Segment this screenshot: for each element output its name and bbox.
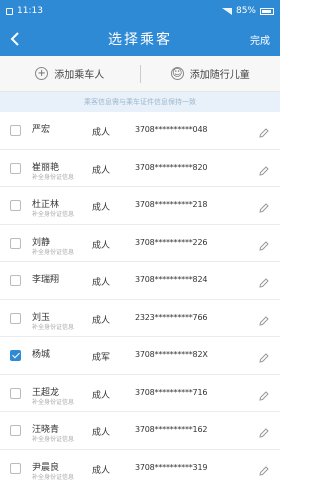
passenger-row[interactable]: 刘玉 补全身份证信息 成人 2323**********766 (0, 300, 280, 337)
passenger-row[interactable]: 李瑞翔 成人 3708**********824 (0, 262, 280, 300)
passenger-type: 成人 (92, 128, 111, 138)
status-bar: 11:13 85% (0, 0, 280, 22)
passenger-type: 成人 (92, 203, 111, 213)
notice-banner: 乘客信息需与乘车证件信息保持一致 (0, 92, 280, 112)
chevron-left-icon (10, 32, 19, 46)
edit-icon[interactable] (258, 424, 270, 438)
passenger-id-number: 3708**********226 (135, 237, 208, 247)
passenger-id-number: 3708**********319 (135, 462, 208, 472)
passenger-type: 成人 (92, 465, 111, 476)
edit-icon[interactable] (258, 349, 270, 363)
battery-text: 85% (235, 6, 256, 16)
passenger-checkbox[interactable] (10, 275, 21, 286)
passenger-type: 成人 (92, 165, 111, 176)
edit-icon[interactable] (258, 274, 270, 288)
passenger-id-number: 3708**********162 (135, 425, 208, 434)
passenger-checkbox[interactable] (10, 350, 21, 361)
passenger-name: 严宏 (32, 125, 51, 135)
add-passenger-button[interactable]: + 添加乘车人 (0, 66, 140, 81)
passenger-note: 补全身份证信息 (32, 473, 75, 480)
passenger-row[interactable]: 崔丽艳 补全身份证信息 成人 3708**********820 (0, 150, 280, 187)
edit-icon[interactable] (258, 387, 270, 401)
battery-icon (260, 7, 274, 15)
passenger-checkbox[interactable] (10, 237, 21, 249)
passenger-type: 成人 (92, 278, 111, 288)
passenger-row[interactable]: 杨城 成军 3708**********82X (0, 337, 280, 375)
passenger-checkbox[interactable] (10, 200, 21, 211)
notification-icon (6, 7, 13, 15)
status-time: 11:13 (17, 6, 43, 16)
passenger-note: 补全身份证信息 (32, 211, 75, 218)
passenger-name: 李瑞翔 (32, 275, 60, 285)
passenger-id-number: 3708**********820 (135, 162, 208, 172)
plus-circle-icon: + (35, 67, 49, 80)
edit-icon[interactable] (258, 124, 270, 138)
passenger-row[interactable]: 刘静 补全身份证信息 成人 3708**********226 (0, 225, 280, 262)
done-button[interactable]: 完成 (250, 32, 280, 47)
passenger-row[interactable]: 尹晨良 补全身份证信息 成人 3708**********319 (0, 450, 280, 480)
passenger-checkbox[interactable] (10, 387, 21, 399)
passenger-checkbox[interactable] (10, 125, 21, 136)
passenger-id-number: 3708**********824 (135, 275, 208, 284)
edit-icon[interactable] (258, 312, 270, 326)
passenger-id-number: 3708**********82X (135, 350, 208, 359)
passenger-type: 成人 (92, 315, 111, 326)
back-button[interactable] (0, 22, 30, 56)
passenger-id-number: 3708**********048 (135, 125, 208, 134)
passenger-checkbox[interactable] (10, 462, 21, 474)
passenger-note: 补全身份证信息 (32, 173, 75, 181)
passenger-note: 补全身份证信息 (32, 323, 75, 331)
signal-icon (221, 7, 232, 15)
edit-icon[interactable] (258, 162, 270, 176)
passenger-type: 成人 (92, 390, 111, 401)
passenger-row[interactable]: 王超龙 补全身份证信息 成人 3708**********716 (0, 375, 280, 412)
passenger-checkbox[interactable] (10, 425, 21, 436)
passenger-checkbox[interactable] (10, 162, 21, 174)
passenger-type: 成人 (92, 240, 111, 251)
add-child-label: 添加随行儿童 (189, 70, 250, 81)
passenger-note: 补全身份证信息 (32, 436, 75, 443)
page-title: 选择乘客 (108, 32, 172, 48)
passenger-id-number: 3708**********716 (135, 387, 208, 397)
child-icon: ☺ (170, 67, 184, 80)
passenger-note: 补全身份证信息 (32, 248, 75, 256)
passenger-note: 补全身份证信息 (32, 398, 75, 406)
add-child-button[interactable]: ☺ 添加随行儿童 (139, 64, 281, 83)
action-bar: + 添加乘车人 ☺ 添加随行儿童 (0, 56, 280, 92)
passenger-checkbox[interactable] (10, 312, 21, 324)
passenger-id-number: 2323**********766 (135, 312, 208, 322)
passenger-row[interactable]: 汪晓青 补全身份证信息 成人 3708**********162 (0, 412, 280, 450)
passenger-row[interactable]: 严宏 成人 3708**********048 (0, 112, 280, 150)
nav-bar: 选择乘客 完成 (0, 22, 280, 56)
add-passenger-label: 添加乘车人 (54, 70, 105, 81)
passenger-list: 严宏 成人 3708**********048 崔丽艳 补全身份证信息 成人 3708***… (0, 112, 280, 480)
passenger-name: 杨城 (32, 350, 51, 360)
passenger-row[interactable]: 杜正林 补全身份证信息 成人 3708**********218 (0, 187, 280, 225)
passenger-id-number: 3708**********218 (135, 200, 208, 209)
edit-icon[interactable] (258, 462, 270, 476)
passenger-type: 成人 (92, 428, 111, 438)
edit-icon[interactable] (258, 199, 270, 213)
passenger-type: 成军 (92, 353, 111, 363)
edit-icon[interactable] (258, 237, 270, 251)
